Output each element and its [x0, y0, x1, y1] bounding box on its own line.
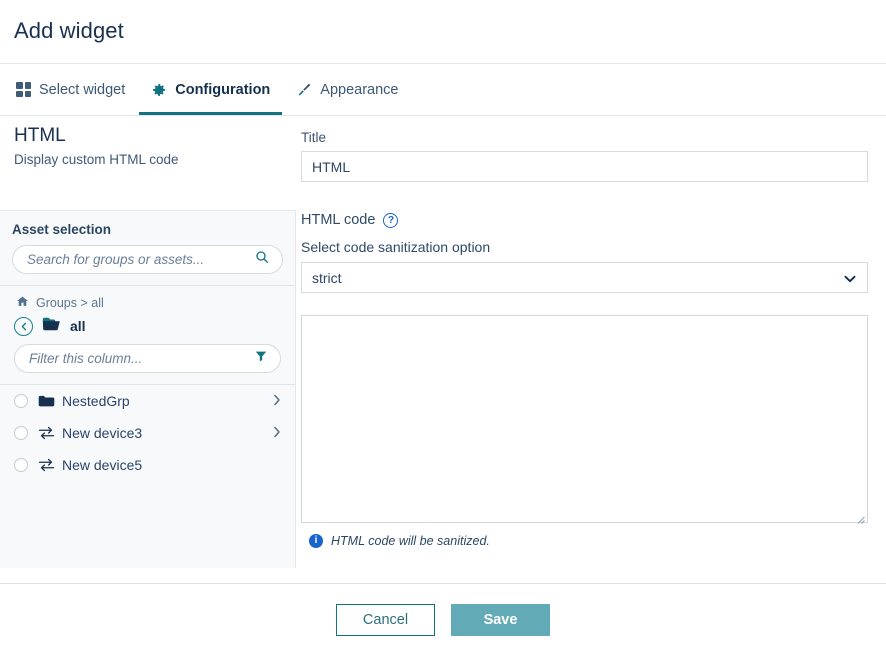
chevron-right-icon[interactable] [273, 393, 285, 409]
widget-description: Display custom HTML code [14, 152, 179, 167]
sanitize-hint-text: HTML code will be sanitized. [331, 534, 490, 548]
title-input[interactable] [301, 151, 868, 182]
chevron-down-icon[interactable] [844, 270, 856, 286]
list-item[interactable]: New device5 [0, 449, 295, 481]
sanitize-hint: i HTML code will be sanitized. [301, 534, 868, 548]
current-group-row: all [0, 311, 295, 336]
cancel-button[interactable]: Cancel [336, 603, 435, 636]
title-field-group: Title [301, 130, 868, 182]
list-item-label: NestedGrp [62, 393, 130, 409]
device-exchange-icon [38, 426, 56, 440]
paintbrush-icon [296, 82, 312, 98]
resize-handle[interactable] [856, 511, 865, 524]
gear-icon [151, 82, 167, 98]
column-filter-box[interactable] [14, 344, 281, 373]
list-item[interactable]: New device3 [0, 417, 295, 449]
sanitization-select-value: strict [312, 269, 342, 286]
current-group-name: all [70, 318, 86, 334]
help-circle-icon[interactable]: ? [383, 212, 399, 228]
breadcrumb-text: Groups > all [36, 296, 104, 310]
home-icon[interactable] [16, 295, 29, 311]
tab-bar: Select widget Configuration Appearance [0, 64, 886, 115]
sanitization-select[interactable]: strict [301, 262, 868, 293]
html-code-textarea[interactable] [301, 315, 868, 524]
asset-radio[interactable] [14, 394, 28, 408]
asset-selection-heading: Asset selection [12, 222, 112, 237]
tab-appearance-label: Appearance [320, 81, 399, 98]
html-code-label: HTML code [301, 212, 376, 228]
device-exchange-icon [38, 458, 56, 472]
asset-list: NestedGrp New device3 New device5 [0, 384, 295, 481]
asset-search-box[interactable] [12, 245, 283, 274]
asset-radio[interactable] [14, 426, 28, 440]
sanitization-label: Select code sanitization option [301, 239, 491, 255]
widget-name: HTML [14, 125, 66, 146]
dialog-footer: Cancel Save [0, 584, 886, 655]
list-item[interactable]: NestedGrp [0, 385, 295, 417]
list-item-label: New device3 [62, 425, 143, 441]
tab-configuration-label: Configuration [175, 81, 271, 98]
column-filter-input[interactable] [27, 350, 254, 367]
grid-icon [16, 82, 31, 97]
list-item-label: New device5 [62, 457, 143, 473]
widget-info: HTML Display custom HTML code [14, 125, 284, 167]
asset-selection-panel: Asset selection Groups > all [0, 210, 296, 568]
folder-icon [38, 395, 56, 408]
save-button[interactable]: Save [451, 603, 550, 636]
chevron-left-icon[interactable] [14, 316, 33, 336]
breadcrumb[interactable]: Groups > all [0, 286, 295, 311]
tab-appearance[interactable]: Appearance [294, 64, 400, 115]
asset-radio[interactable] [14, 458, 28, 472]
folder-open-icon [42, 316, 61, 336]
html-code-header: HTML code ? [301, 212, 868, 228]
chevron-right-icon[interactable] [273, 425, 285, 441]
info-icon: i [309, 534, 323, 548]
title-field-label: Title [301, 130, 327, 145]
funnel-icon[interactable] [254, 349, 268, 368]
tab-configuration[interactable]: Configuration [139, 64, 283, 115]
asset-search-input[interactable] [25, 251, 254, 268]
tabs-divider [0, 115, 886, 116]
html-code-section: HTML code ? Select code sanitization opt… [301, 212, 868, 548]
tab-select-widget-label: Select widget [39, 81, 126, 98]
tab-select-widget[interactable]: Select widget [14, 64, 127, 115]
search-icon[interactable] [254, 249, 270, 270]
page-title: Add widget [14, 18, 124, 43]
